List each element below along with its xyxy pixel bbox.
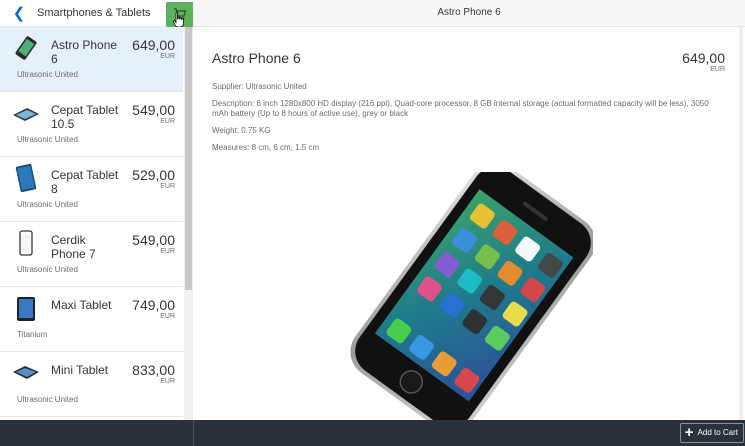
product-currency: EUR xyxy=(160,118,175,125)
chevron-left-icon: ❮ xyxy=(12,5,26,22)
master-title: Smartphones & Tablets xyxy=(37,7,151,19)
detail-header-title: Astro Phone 6 xyxy=(437,7,501,18)
detail-pane: Astro Phone 6 Astro Phone 6 649,00 EUR S… xyxy=(193,0,745,420)
master-footer xyxy=(0,420,193,446)
product-supplier: Ultrasonic United xyxy=(17,70,78,79)
attribute-weight: Weight: 0.75 KG xyxy=(212,126,271,135)
product-supplier: Ultrasonic United xyxy=(17,395,78,404)
product-name: Mini Tablet xyxy=(51,363,109,377)
back-button[interactable]: ❮ xyxy=(10,5,28,23)
product-price: 529,00 xyxy=(132,167,175,183)
product-name: Astro Phone 6 xyxy=(51,38,118,66)
product-thumbnail xyxy=(13,366,39,379)
detail-scrollbar[interactable] xyxy=(739,27,743,420)
product-thumbnail xyxy=(17,297,35,321)
product-thumbnail xyxy=(13,108,39,121)
product-image xyxy=(343,172,593,420)
list-scrollbar[interactable] xyxy=(184,27,193,420)
list-scrollbar-thumb[interactable] xyxy=(185,27,192,290)
product-supplier: Ultrasonic United xyxy=(17,135,78,144)
product-price: 649,00 xyxy=(132,37,175,53)
product-name: Cepat Tablet 8 xyxy=(51,168,119,196)
list-item[interactable]: Cerdik Phone 7 549,00 EUR Ultrasonic Uni… xyxy=(0,222,183,287)
object-title: Astro Phone 6 xyxy=(212,50,301,66)
master-pane: ❮ Smartphones & Tablets Astro Phone 6 64… xyxy=(0,0,194,420)
object-currency: EUR xyxy=(710,66,725,73)
list-item[interactable]: Cepat Tablet 8 529,00 EUR Ultrasonic Uni… xyxy=(0,157,183,222)
list-item[interactable]: Cepat Tablet 10.5 549,00 EUR Ultrasonic … xyxy=(0,92,183,157)
product-currency: EUR xyxy=(160,53,175,60)
product-price: 833,00 xyxy=(132,362,175,378)
product-price: 549,00 xyxy=(132,102,175,118)
object-price: 649,00 xyxy=(682,50,725,66)
add-to-cart-button[interactable]: + Add to Cart xyxy=(679,423,744,443)
detail-header: Astro Phone 6 xyxy=(193,0,745,27)
add-to-cart-label: Add to Cart xyxy=(697,428,738,437)
product-currency: EUR xyxy=(160,183,175,190)
product-thumbnail xyxy=(15,36,37,60)
product-currency: EUR xyxy=(160,313,175,320)
product-name: Cerdik Phone 7 xyxy=(51,233,96,261)
product-price: 749,00 xyxy=(132,297,175,313)
master-header: ❮ Smartphones & Tablets xyxy=(0,0,193,27)
list-item[interactable]: Astro Phone 6 649,00 EUR Ultrasonic Unit… xyxy=(0,27,183,92)
attribute-description: Description: 6 inch 1280x800 HD display … xyxy=(212,99,709,118)
product-currency: EUR xyxy=(160,378,175,385)
product-name: Cepat Tablet 10.5 xyxy=(51,103,119,131)
product-price: 549,00 xyxy=(132,232,175,248)
product-thumbnail xyxy=(15,163,37,193)
phone-image xyxy=(350,172,593,420)
list-item[interactable]: Mini Tablet 833,00 EUR Ultrasonic United xyxy=(0,352,183,417)
hand-cursor-icon xyxy=(173,12,184,28)
attribute-supplier: Supplier: Ultrasonic United xyxy=(212,82,307,91)
product-thumbnail xyxy=(19,230,33,256)
plus-icon: + xyxy=(684,424,694,441)
product-supplier: Ultrasonic United xyxy=(17,265,78,274)
product-currency: EUR xyxy=(160,248,175,255)
list-item[interactable]: Maxi Tablet 749,00 EUR Titanium xyxy=(0,287,183,352)
attribute-measures: Measures: 8 cm, 6 cm, 1.5 cm xyxy=(212,143,320,152)
product-list: Astro Phone 6 649,00 EUR Ultrasonic Unit… xyxy=(0,27,183,420)
product-supplier: Ultrasonic United xyxy=(17,200,78,209)
detail-footer: + Add to Cart xyxy=(193,420,745,446)
product-supplier: Titanium xyxy=(17,330,48,339)
product-name: Maxi Tablet xyxy=(51,298,112,312)
